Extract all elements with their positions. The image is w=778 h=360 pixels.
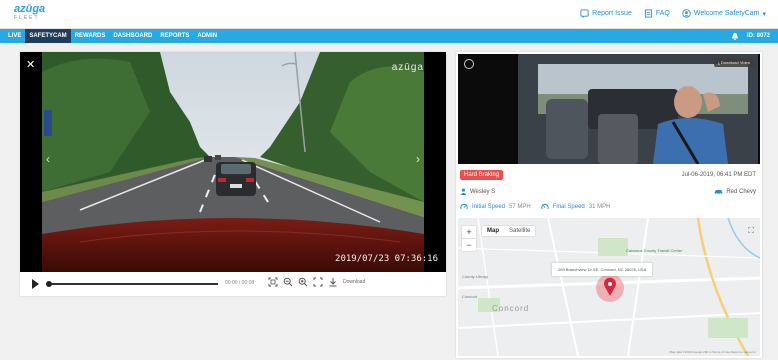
address-infobox: 269 Branchview Dr SE, Concord, NC 28025,… — [552, 263, 653, 276]
azuga-logo[interactable]: azūga FLEET — [14, 4, 45, 21]
address-text: 269 Branchview Dr SE, Concord, NC 28025,… — [558, 267, 647, 272]
zoom-controls: + − — [462, 226, 476, 251]
zoom-in-icon[interactable] — [298, 277, 308, 287]
download-video-label: Download Video — [720, 60, 750, 65]
event-date: Jul-06-2019, 06:41 PM EDT — [681, 172, 756, 178]
download-video-button[interactable]: ⤓ Download Video — [714, 58, 754, 67]
prev-arrow-icon[interactable]: ‹ — [46, 152, 50, 166]
welcome-label: Welcome SafetyCam — [693, 10, 760, 17]
video-tools: Download — [268, 277, 365, 287]
vehicle-name: Red Chevy — [726, 188, 756, 195]
user-icon — [682, 9, 691, 18]
video-watermark: azūga — [391, 62, 424, 73]
nav-item-rewards[interactable]: REWARDS — [71, 29, 110, 43]
event-type-badge: Hard Braking — [460, 170, 504, 180]
initial-speed-value: 57 MPH — [509, 204, 531, 210]
speedometer-icon — [541, 203, 549, 210]
map-place-label: Cabarrus County Transit Center — [626, 248, 683, 253]
road-scene — [20, 52, 446, 272]
speedometer-icon — [460, 203, 468, 210]
final-speed-value: 31 MPH — [588, 204, 611, 210]
map-tab-satellite[interactable]: Satellite — [504, 226, 535, 236]
map-city-label: Concord — [492, 304, 530, 313]
map-tiles — [458, 218, 760, 356]
logo-subtext: FLEET — [14, 15, 40, 21]
cabin-scene — [458, 54, 758, 164]
map-zoom-out-button[interactable]: − — [462, 238, 476, 251]
video-timestamp: 2019/07/23 07:36:16 — [335, 254, 438, 264]
logo-text: azūga — [14, 3, 46, 15]
map-tab-map[interactable]: Map — [482, 226, 504, 236]
download-icon[interactable] — [328, 277, 338, 287]
driver-name: Wesley S — [470, 188, 496, 195]
next-arrow-icon[interactable]: › — [416, 152, 420, 166]
bell-icon[interactable] — [731, 32, 739, 40]
driver-icon — [460, 188, 467, 195]
nav-item-reports[interactable]: REPORTS — [156, 29, 193, 43]
car-icon — [715, 190, 723, 195]
map-place-label: County Library — [462, 274, 489, 279]
event-map[interactable]: + − Map Satellite ⛶ Cabarrus County Tran… — [458, 218, 760, 356]
initial-speed-label: Initial Speed — [472, 204, 506, 210]
report-issue-icon — [580, 9, 589, 18]
road-video[interactable]: ✕ azūga ‹ › 2019/07/23 07:36:16 — [20, 52, 446, 272]
play-icon[interactable] — [32, 279, 39, 289]
nav-item-live[interactable]: LIVE — [4, 29, 25, 43]
faq-icon — [644, 9, 652, 18]
video-panel: ✕ azūga ‹ › 2019/07/23 07:36:16 00:00 / … — [20, 52, 446, 296]
final-speed-label: Final Speed — [552, 204, 585, 210]
map-fullscreen-icon[interactable]: ⛶ — [748, 226, 754, 236]
faq-label: FAQ — [655, 10, 670, 17]
faq-link[interactable]: FAQ — [644, 9, 670, 18]
download-label[interactable]: Download — [343, 279, 365, 285]
camera-icon — [464, 59, 474, 69]
scrub-bar[interactable] — [48, 283, 218, 285]
top-bar: azūga FLEET Report Issue FAQ Welcome Saf… — [0, 0, 778, 29]
main-nav: LIVE SAFETYCAM REWARDS DASHBOARD REPORTS… — [0, 29, 778, 43]
user-menu[interactable]: Welcome SafetyCam ▾ — [682, 9, 766, 18]
fullscreen-icon[interactable] — [313, 277, 323, 287]
map-zoom-in-button[interactable]: + — [462, 226, 476, 238]
download-icon: ⤓ — [718, 60, 720, 65]
chevron-down-icon: ▾ — [762, 10, 766, 18]
driver-info: Wesley S — [460, 188, 495, 195]
report-issue-label: Report Issue — [592, 10, 632, 17]
nav-item-safetycam[interactable]: SAFETYCAM — [25, 29, 71, 43]
time-display: 00:00 / 00:08 — [225, 280, 255, 286]
speed-info: Initial Speed 57 MPH Final Speed 31 MPH — [460, 203, 610, 211]
map-attribution: Map data ©2019 Google 200 m Terms of Use… — [669, 350, 756, 354]
nav-item-admin[interactable]: ADMIN — [193, 29, 221, 43]
map-type-toggle: Map Satellite — [482, 226, 536, 236]
map-place-label: Concord — [462, 294, 478, 299]
report-issue-link[interactable]: Report Issue — [580, 9, 632, 18]
nav-item-dashboard[interactable]: DASHBOARD — [109, 29, 156, 43]
top-links: Report Issue FAQ Welcome SafetyCam ▾ — [580, 9, 766, 18]
scrub-handle[interactable] — [46, 281, 52, 287]
event-panel: ⤓ Download Video Hard Braking Jul-06-201… — [456, 52, 762, 358]
vehicle-info: Red Chevy — [714, 188, 756, 195]
fit-screen-icon[interactable] — [268, 277, 278, 287]
zoom-out-icon[interactable] — [283, 277, 293, 287]
account-id: ID: 8072 — [746, 33, 770, 39]
close-icon[interactable]: ✕ — [26, 58, 35, 71]
cabin-video[interactable]: ⤓ Download Video — [458, 54, 760, 164]
video-controls: 00:00 / 00:08 Download — [20, 272, 446, 296]
